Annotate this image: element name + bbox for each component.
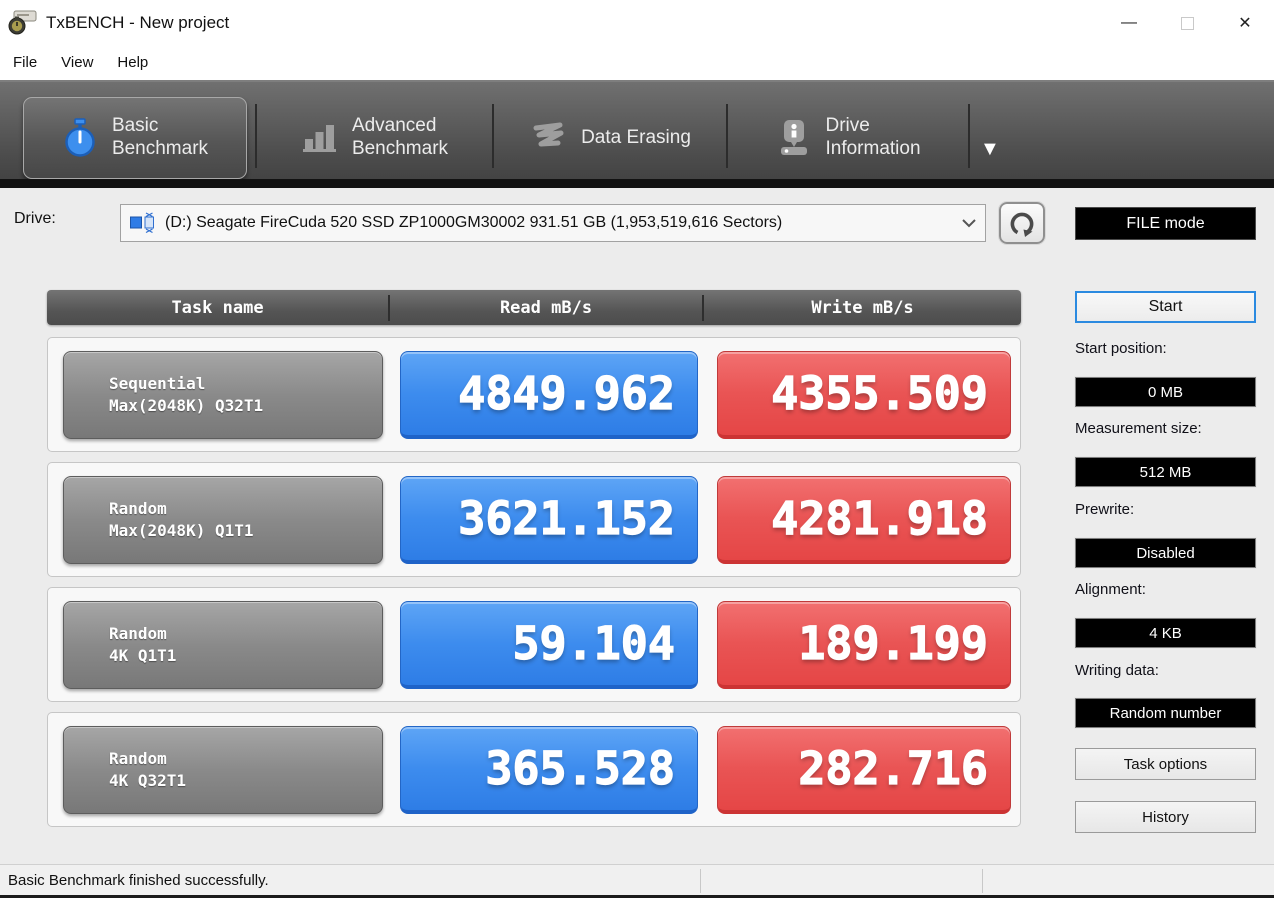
drive-label: Drive: bbox=[14, 210, 56, 227]
task-options-button[interactable]: Task options bbox=[1075, 748, 1256, 780]
tab-drive-information[interactable]: Drive Information bbox=[734, 97, 964, 179]
header-task-name: Task name bbox=[171, 297, 264, 318]
minimize-button[interactable]: — bbox=[1100, 0, 1158, 46]
task-name-button[interactable]: Random Max(2048K) Q1T1 bbox=[63, 476, 383, 564]
tab-label: Drive Information bbox=[825, 115, 921, 159]
measurement-size-value: 512 MB bbox=[1075, 457, 1256, 487]
app-window: TxBENCH - New project — ✕ File View Help… bbox=[0, 0, 1274, 898]
tabbar-bottom-strip bbox=[0, 179, 1274, 188]
refresh-icon bbox=[1010, 212, 1034, 237]
tab-separator bbox=[968, 104, 970, 168]
task-name-button[interactable]: Random 4K Q32T1 bbox=[63, 726, 383, 814]
table-row: Sequential Max(2048K) Q32T1 4849.962 4355… bbox=[47, 337, 1021, 452]
writing-data-value: Random number bbox=[1075, 698, 1256, 728]
tab-separator bbox=[492, 104, 494, 168]
drive-selected-value: (D:) Seagate FireCuda 520 SSD ZP1000GM30… bbox=[165, 214, 783, 231]
app-icon bbox=[8, 10, 37, 35]
start-position-label: Start position: bbox=[1075, 340, 1167, 357]
menu-file[interactable]: File bbox=[13, 50, 49, 77]
eraser-icon bbox=[533, 122, 564, 147]
tab-advanced-benchmark[interactable]: Advanced Benchmark bbox=[262, 97, 488, 179]
disk-partition-icon bbox=[130, 212, 154, 234]
table-row: Random Max(2048K) Q1T1 3621.152 4281.918 bbox=[47, 462, 1021, 577]
history-button[interactable]: History bbox=[1075, 801, 1256, 833]
window-title: TxBENCH - New project bbox=[46, 13, 230, 32]
maximize-button[interactable] bbox=[1158, 0, 1216, 46]
writing-data-label: Writing data: bbox=[1075, 662, 1159, 679]
write-value: 189.199 bbox=[717, 601, 1011, 689]
table-row: Random 4K Q1T1 59.104 189.199 bbox=[47, 587, 1021, 702]
stopwatch-icon bbox=[65, 118, 95, 157]
tab-label: Data Erasing bbox=[581, 126, 691, 148]
maximize-icon bbox=[1180, 16, 1194, 30]
status-bar: Basic Benchmark finished successfully. bbox=[0, 864, 1274, 898]
write-value: 282.716 bbox=[717, 726, 1011, 814]
main-content: Drive: (D:) Seagate FireCuda 520 SSD ZP1… bbox=[0, 188, 1274, 864]
tab-label: Advanced Benchmark bbox=[351, 115, 449, 159]
menu-help[interactable]: Help bbox=[117, 50, 160, 77]
prewrite-label: Prewrite: bbox=[1075, 501, 1135, 518]
alignment-label: Alignment: bbox=[1075, 581, 1146, 598]
tab-bar: Basic Benchmark Advanced Benchmark Data … bbox=[0, 80, 1274, 188]
tab-label: Basic Benchmark bbox=[111, 115, 209, 159]
start-button[interactable]: Start bbox=[1075, 291, 1256, 323]
tab-basic-benchmark[interactable]: Basic Benchmark bbox=[23, 97, 247, 179]
file-mode-badge: FILE mode bbox=[1075, 207, 1256, 240]
task-name-button[interactable]: Random 4K Q1T1 bbox=[63, 601, 383, 689]
tab-separator bbox=[255, 104, 257, 168]
tab-data-erasing[interactable]: Data Erasing bbox=[500, 97, 722, 179]
measurement-size-label: Measurement size: bbox=[1075, 420, 1202, 437]
header-read: Read mB/s bbox=[499, 297, 593, 318]
close-button[interactable]: ✕ bbox=[1216, 0, 1274, 46]
write-value: 4355.509 bbox=[717, 351, 1011, 439]
tab-overflow-button[interactable]: ▼ bbox=[980, 138, 1000, 161]
header-write: Write mB/s bbox=[811, 297, 914, 318]
read-value: 59.104 bbox=[400, 601, 698, 689]
start-position-value: 0 MB bbox=[1075, 377, 1256, 407]
alignment-value: 4 KB bbox=[1075, 618, 1256, 648]
read-value: 3621.152 bbox=[400, 476, 698, 564]
drive-info-icon bbox=[781, 120, 808, 155]
window-controls: — ✕ bbox=[1100, 0, 1274, 46]
drive-select[interactable]: (D:) Seagate FireCuda 520 SSD ZP1000GM30… bbox=[120, 204, 986, 242]
tab-separator bbox=[726, 104, 728, 168]
write-value: 4281.918 bbox=[717, 476, 1011, 564]
status-separator bbox=[982, 869, 983, 893]
prewrite-value: Disabled bbox=[1075, 538, 1256, 568]
table-row: Random 4K Q32T1 365.528 282.716 bbox=[47, 712, 1021, 827]
read-value: 4849.962 bbox=[400, 351, 698, 439]
bar-chart-icon bbox=[302, 125, 336, 152]
status-separator bbox=[700, 869, 701, 893]
table-header: Task name Read mB/s Write mB/s bbox=[47, 290, 1021, 325]
read-value: 365.528 bbox=[400, 726, 698, 814]
title-bar: TxBENCH - New project — ✕ bbox=[0, 0, 1274, 46]
chevron-down-icon bbox=[962, 219, 976, 228]
menu-view[interactable]: View bbox=[61, 50, 105, 77]
refresh-drives-button[interactable] bbox=[998, 201, 1046, 245]
status-message: Basic Benchmark finished successfully. bbox=[8, 872, 269, 889]
task-name-button[interactable]: Sequential Max(2048K) Q32T1 bbox=[63, 351, 383, 439]
menu-bar: File View Help bbox=[0, 46, 1274, 80]
